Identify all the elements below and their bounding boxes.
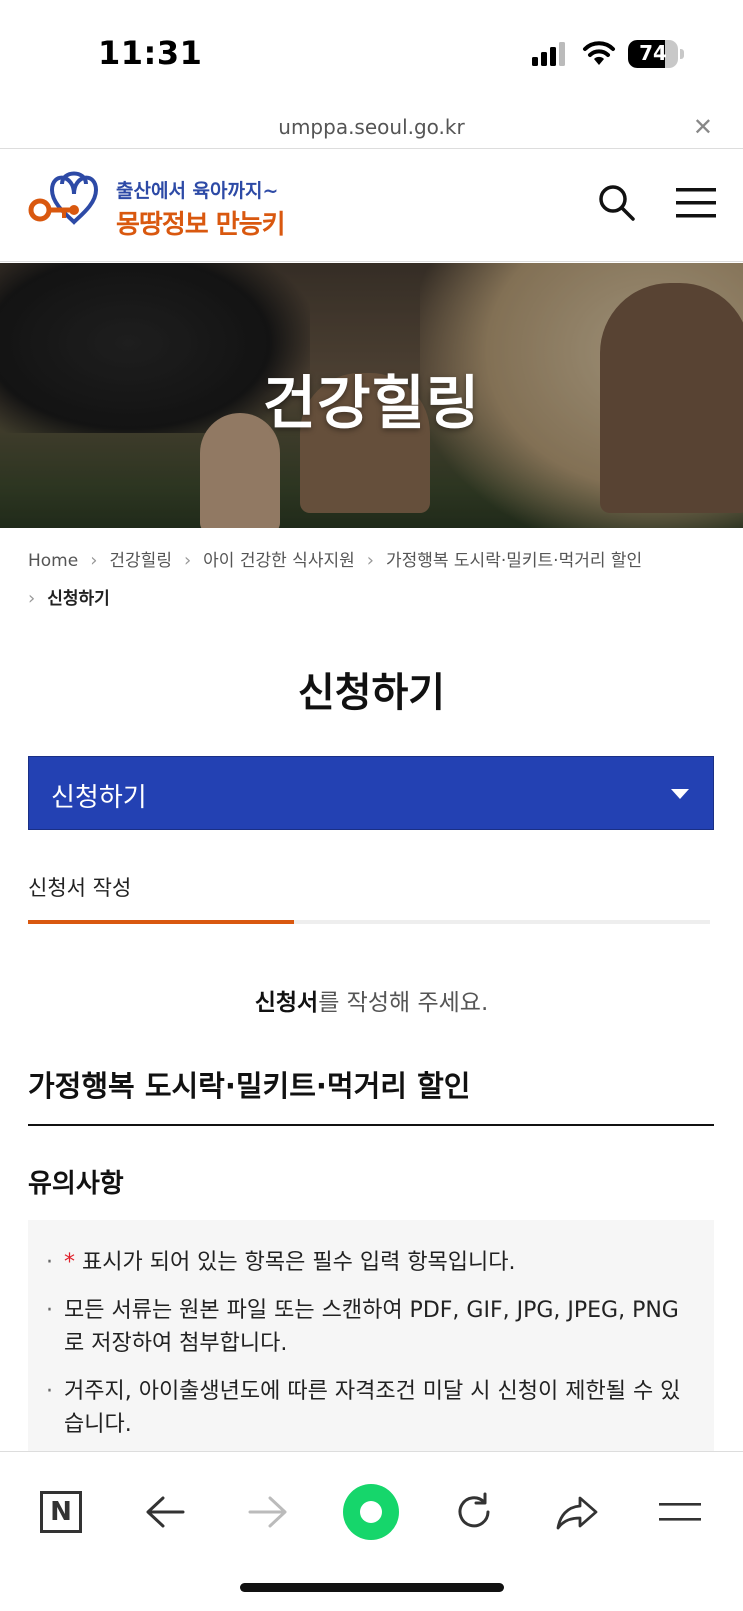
share-button[interactable] — [547, 1482, 607, 1542]
note-text: 표시가 되어 있는 항목은 필수 입력 항목입니다. — [82, 1250, 516, 1275]
search-icon[interactable] — [598, 184, 636, 222]
note-text: 모든 서류는 원본 파일 또는 스캔하여 PDF, GIF, JPG, JPEG… — [64, 1298, 679, 1356]
back-button[interactable] — [135, 1482, 195, 1542]
step-progress-bar — [28, 920, 710, 924]
home-indicator — [240, 1583, 504, 1592]
menu-select-dropdown[interactable]: 신청하기 — [28, 756, 714, 830]
battery-icon: 74 — [628, 40, 678, 68]
menu-button[interactable] — [650, 1482, 710, 1542]
breadcrumb-item[interactable]: 가정행복 도시락·밀키트·먹거리 할인 — [386, 551, 642, 571]
green-dot-icon — [343, 1484, 399, 1540]
menu-icon — [659, 1503, 701, 1521]
hero-title: 건강힐링 — [262, 369, 481, 437]
naver-home-button[interactable]: N — [31, 1482, 91, 1542]
status-bar: 11:31 74 — [0, 0, 743, 105]
notes-title: 유의사항 — [28, 1169, 124, 1199]
close-icon[interactable]: ✕ — [693, 113, 713, 141]
hamburger-menu-icon[interactable] — [676, 188, 716, 218]
battery-level: 74 — [639, 41, 667, 65]
instruction-rest: 를 작성해 주세요. — [318, 990, 489, 1016]
wifi-icon — [583, 41, 615, 65]
forward-arrow-icon — [248, 1496, 287, 1528]
page-title: 신청하기 — [297, 670, 446, 716]
share-icon — [556, 1496, 598, 1530]
site-header: 출산에서 육아까지~ 몽땅정보 만능키 — [0, 150, 743, 262]
forward-button[interactable] — [238, 1482, 298, 1542]
required-star: * — [64, 1250, 75, 1275]
section-divider — [28, 1124, 714, 1126]
key-heart-icon — [28, 171, 99, 225]
notes-box: · * 표시가 되어 있는 항목은 필수 입력 항목입니다. · 모든 서류는 원본… — [28, 1220, 714, 1455]
refresh-button[interactable] — [444, 1482, 504, 1542]
bullet-icon: · — [46, 1298, 53, 1323]
progress-fill — [28, 920, 294, 924]
note-item: · * 표시가 되어 있는 항목은 필수 입력 항목입니다. — [46, 1246, 696, 1279]
breadcrumb: Home › 건강힐링 › 아이 건강한 식사지원 › 가정행복 도시락·밀키트·먹거리 할… — [28, 542, 718, 618]
status-time: 11:31 — [98, 34, 203, 72]
bullet-icon: · — [46, 1379, 53, 1404]
bullet-icon: · — [46, 1250, 53, 1275]
site-logo[interactable]: 출산에서 육아까지~ 몽땅정보 만능키 — [28, 164, 328, 248]
section-title: 가정행복 도시락·밀키트·먹거리 할인 — [28, 1069, 471, 1103]
breadcrumb-item[interactable]: 건강힐링 — [109, 551, 172, 571]
breadcrumb-item[interactable]: 아이 건강한 식사지원 — [203, 551, 355, 571]
green-dot-inner — [360, 1501, 382, 1523]
refresh-icon — [458, 1492, 490, 1528]
hero-banner: 건강힐링 — [0, 263, 743, 528]
logo-title: 몽땅정보 만능키 — [116, 210, 285, 240]
chevron-right-icon: › — [366, 550, 374, 571]
chevron-right-icon: › — [183, 550, 192, 571]
url-text[interactable]: umppa.seoul.go.kr — [0, 115, 743, 139]
breadcrumb-row: Home › 건강힐링 › 아이 건강한 식사지원 › 가정행복 도시락·밀키트·먹거리 할… — [28, 542, 718, 580]
step-label: 신청서 작성 — [28, 876, 132, 900]
breadcrumb-row: › 신청하기 — [28, 580, 718, 618]
caret-down-icon — [671, 789, 689, 799]
note-item: · 거주지, 아이출생년도에 따른 자격조건 미달 시 신청이 제한될 수 있습니… — [46, 1375, 696, 1441]
browser-url-bar[interactable]: umppa.seoul.go.kr ✕ — [0, 105, 743, 149]
naver-home-icon: N — [40, 1491, 82, 1533]
select-value: 신청하기 — [51, 783, 147, 813]
note-item: · 모든 서류는 원본 파일 또는 스캔하여 PDF, GIF, JPG, JPE… — [46, 1294, 696, 1360]
note-text: 거주지, 아이출생년도에 따른 자격조건 미달 시 신청이 제한될 수 있습니다… — [64, 1379, 681, 1437]
green-dot-button[interactable] — [341, 1482, 401, 1542]
chevron-right-icon: › — [28, 588, 36, 609]
form-instruction: 신청서를 작성해 주세요. — [0, 983, 743, 1017]
breadcrumb-current: 신청하기 — [47, 589, 110, 609]
back-arrow-icon — [146, 1496, 185, 1528]
instruction-bold: 신청서 — [254, 990, 319, 1016]
cellular-signal-icon — [532, 42, 565, 66]
battery-cap — [680, 49, 684, 59]
logo-tagline: 출산에서 육아까지~ — [116, 180, 279, 202]
chevron-right-icon: › — [90, 550, 98, 571]
breadcrumb-home[interactable]: Home — [28, 551, 78, 571]
